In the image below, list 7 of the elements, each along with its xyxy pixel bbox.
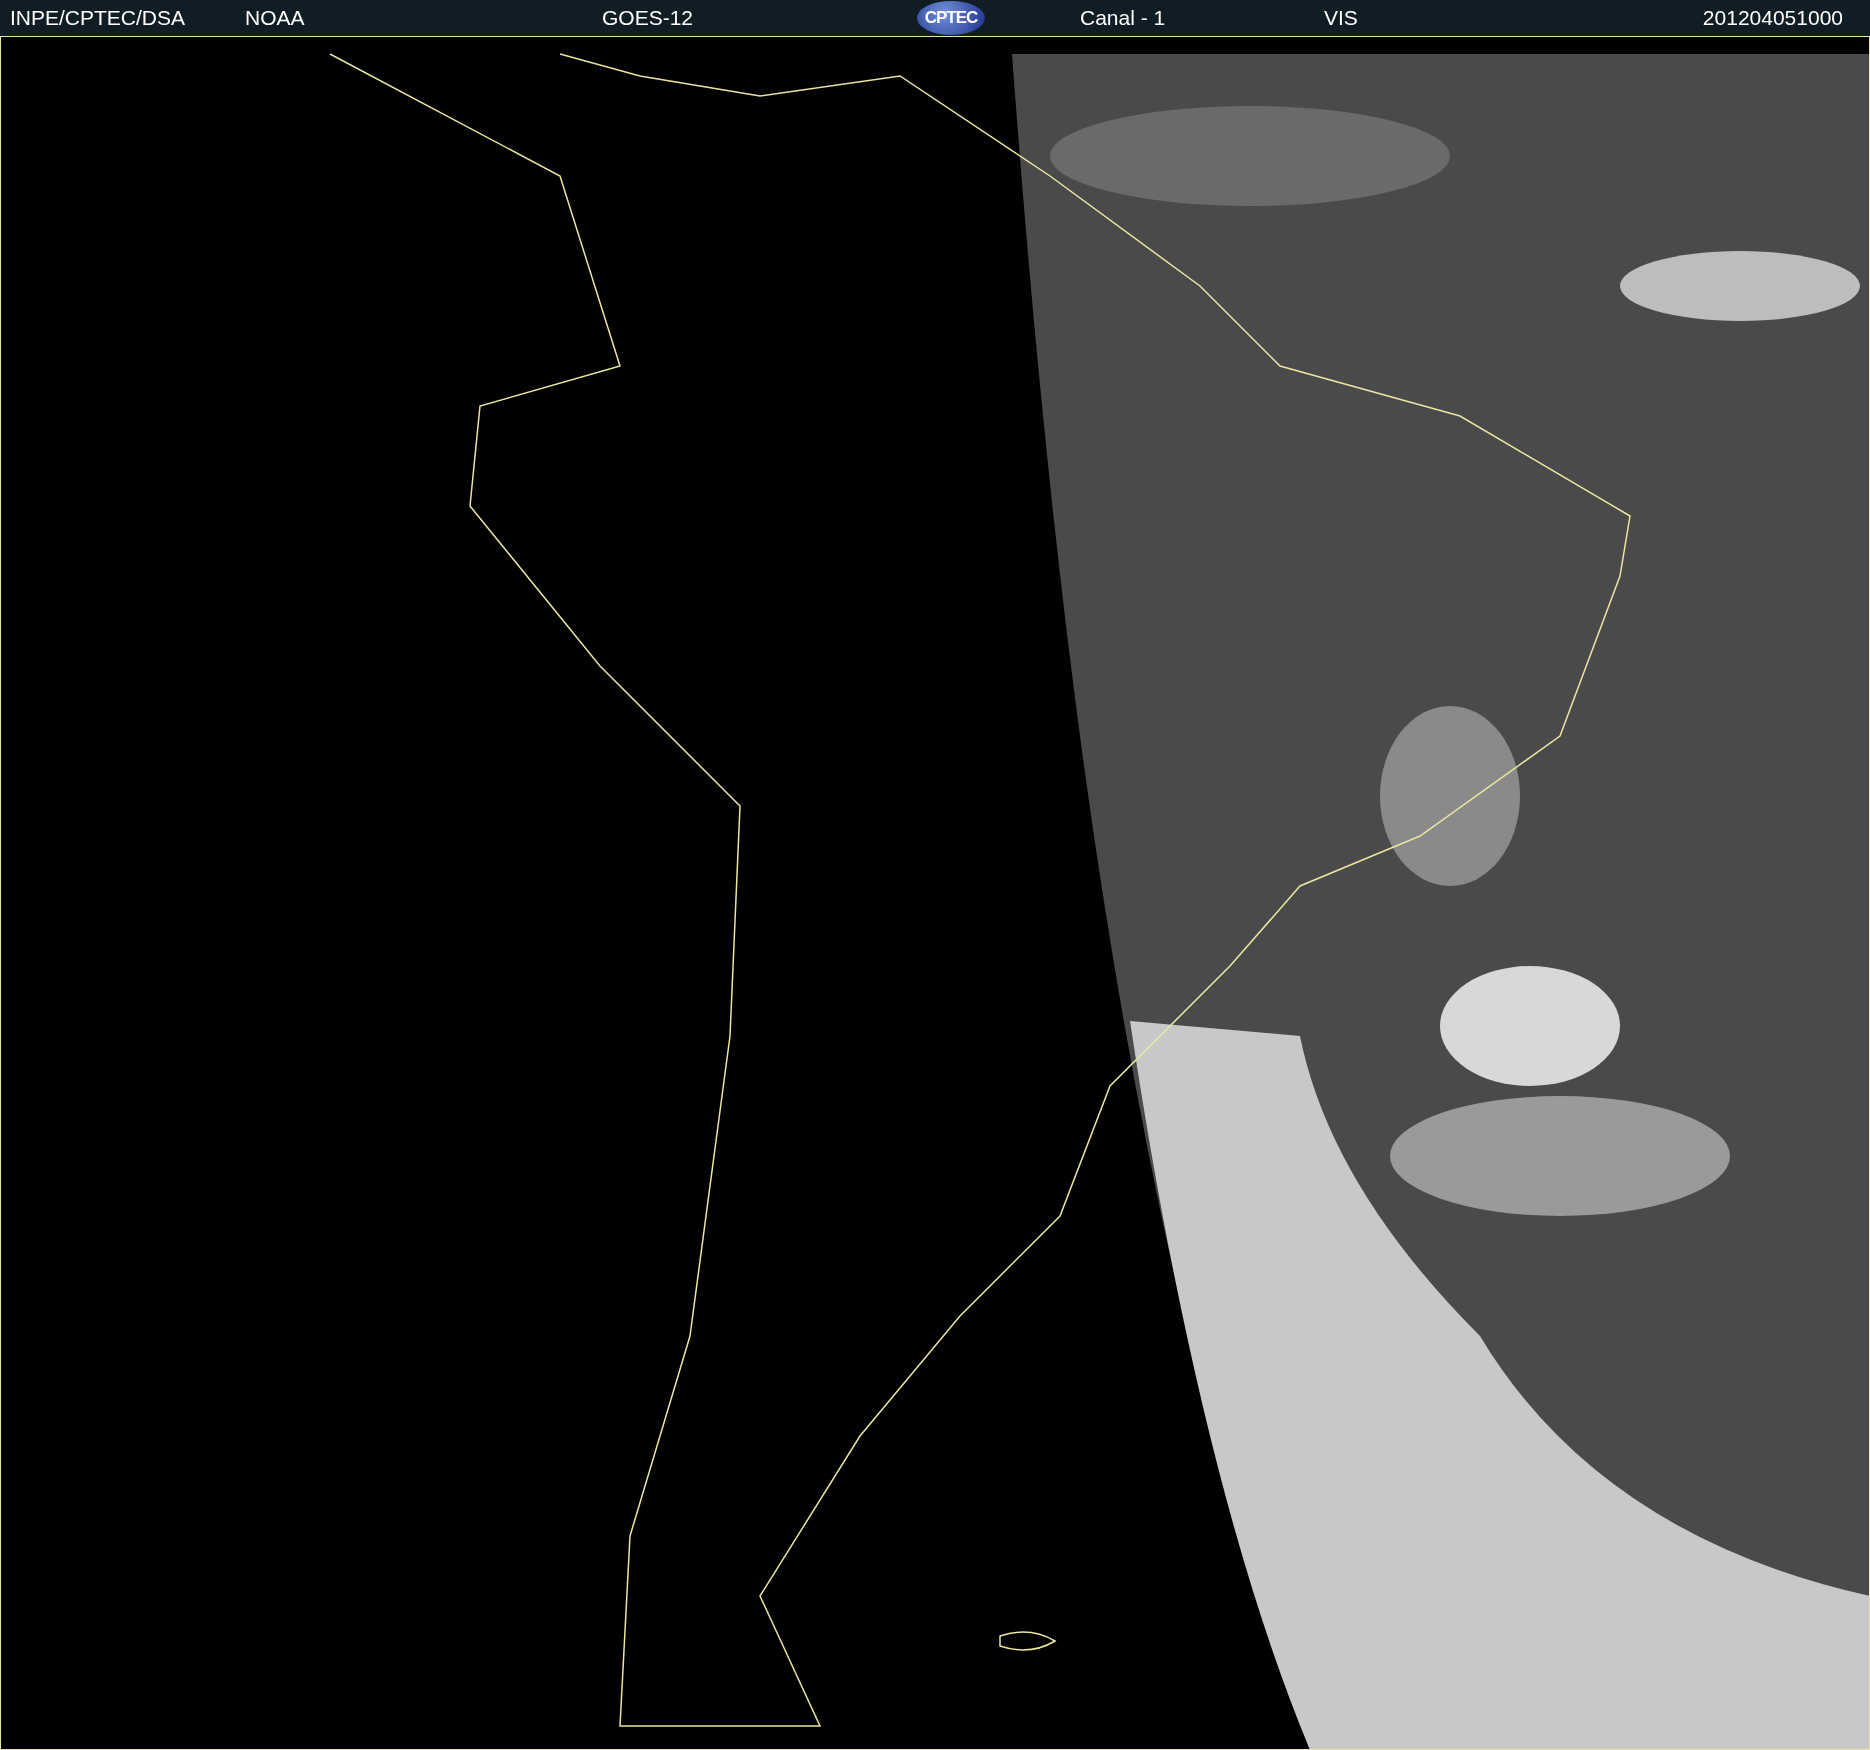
agency-label: NOAA xyxy=(245,6,306,30)
source-label: INPE/CPTEC/DSA xyxy=(10,6,187,30)
band-label: VIS xyxy=(1324,6,1359,30)
satellite-label: GOES-12 xyxy=(602,6,695,30)
timestamp-label: 201204051000 xyxy=(1702,6,1843,30)
channel-label: Canal - 1 xyxy=(1080,6,1167,30)
logo: CPTEC xyxy=(917,1,985,35)
